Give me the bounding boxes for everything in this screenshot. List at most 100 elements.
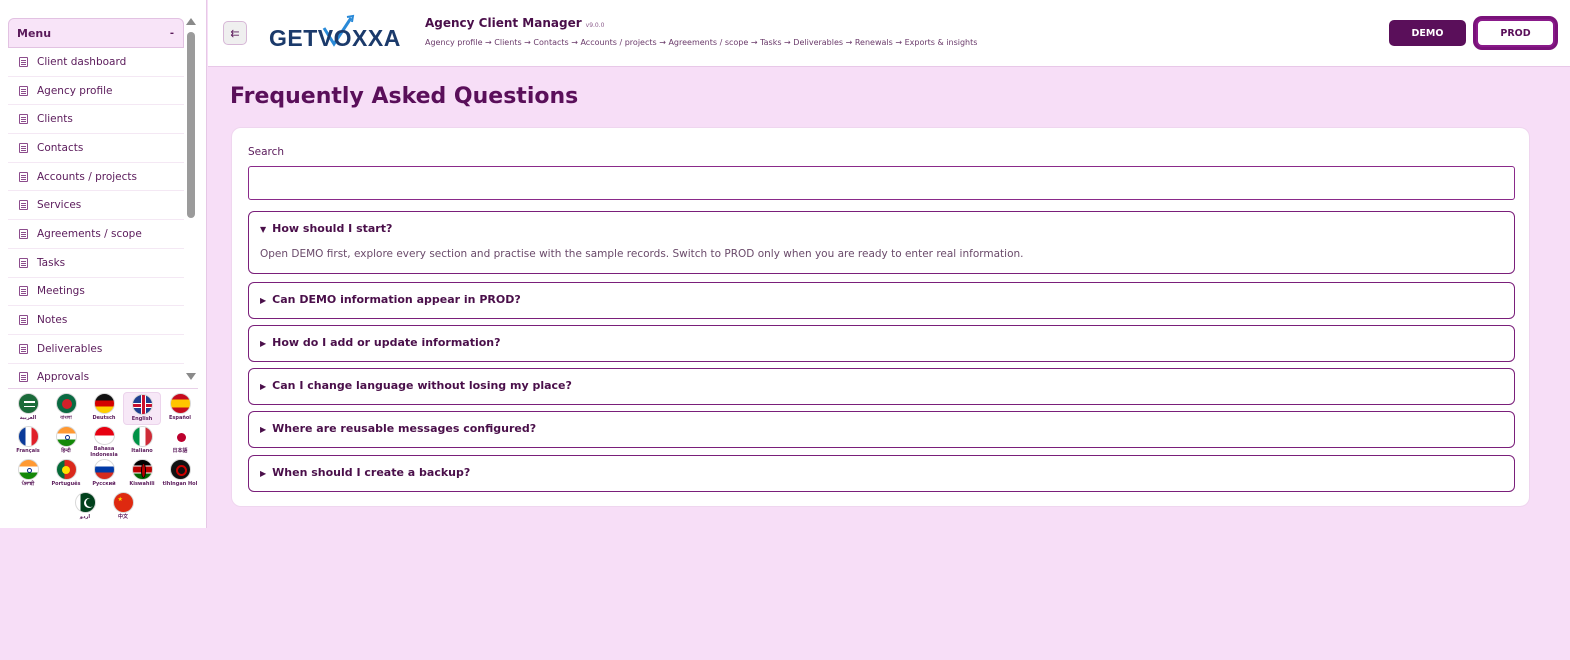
language-label: বাংলা — [60, 415, 72, 421]
language-bengali[interactable]: বাংলা — [47, 392, 85, 425]
sidebar-toggle-button[interactable]: ⇇ — [223, 21, 247, 45]
faq-question[interactable]: ▶ When should I create a backup? — [260, 466, 470, 479]
sidebar-item-contacts[interactable]: Contacts — [8, 134, 184, 163]
menu-scrollbar[interactable] — [186, 18, 196, 380]
sidebar-item-deliverables[interactable]: Deliverables — [8, 335, 184, 364]
menu-panel: Menu - Client dashboard Agency profile C… — [8, 18, 184, 384]
language-punjabi[interactable]: ਪੰਜਾਬੀ — [9, 458, 47, 491]
faq-item-change-language[interactable]: ▶ Can I change language without losing my… — [248, 368, 1515, 405]
sidebar-item-approvals[interactable]: Approvals — [8, 364, 184, 384]
sidebar-item-clients[interactable]: Clients — [8, 105, 184, 135]
bangladesh-flag-icon — [55, 393, 77, 414]
document-icon — [19, 286, 28, 297]
language-french[interactable]: Français — [9, 425, 47, 458]
language-russian[interactable]: Русский — [85, 458, 123, 491]
sidebar-item-agreements-scope[interactable]: Agreements / scope — [8, 220, 184, 249]
sidebar-item-label: Meetings — [37, 285, 85, 298]
faq-card: Search ▼ How should I start? Open DEMO fi… — [231, 127, 1530, 507]
faq-item-backup[interactable]: ▶ When should I create a backup? — [248, 455, 1515, 492]
document-icon — [19, 372, 28, 383]
faq-question[interactable]: ▼ How should I start? — [260, 222, 392, 235]
collapsed-triangle-icon: ▶ — [260, 382, 267, 391]
sidebar-item-label: Tasks — [37, 256, 66, 269]
document-icon — [19, 142, 28, 153]
document-icon — [19, 315, 28, 326]
sidebar-item-accounts-projects[interactable]: Accounts / projects — [8, 163, 184, 192]
faq-question[interactable]: ▶ Can I change language without losing my… — [260, 379, 572, 392]
language-label: tlhIngan Hol — [162, 481, 198, 487]
klingon-emblem-icon — [169, 459, 191, 480]
sidebar-item-meetings[interactable]: Meetings — [8, 278, 184, 307]
kenya-flag-icon — [131, 459, 153, 480]
france-flag-icon — [17, 426, 39, 447]
language-indonesian[interactable]: Bahasa Indonesia — [85, 425, 123, 458]
faq-question-text: Can I change language without losing my … — [272, 379, 572, 392]
sidebar-item-notes[interactable]: Notes — [8, 306, 184, 335]
sidebar-item-label: Accounts / projects — [37, 170, 137, 183]
india-flag-icon — [17, 459, 39, 480]
prod-mode-button[interactable]: PROD — [1476, 19, 1555, 47]
app-name: Agency Client Manager — [425, 16, 582, 30]
language-picker: العربية বাংলা Deutsch English Español Fr… — [8, 392, 200, 524]
sidebar-item-label: Notes — [37, 314, 68, 327]
document-icon — [19, 85, 28, 96]
search-label: Search — [248, 146, 285, 158]
indonesia-flag-icon — [93, 426, 115, 445]
language-japanese[interactable]: 日本語 — [161, 425, 199, 458]
demo-mode-button[interactable]: DEMO — [1389, 20, 1466, 46]
language-label: Español — [168, 415, 192, 421]
faq-item-how-to-start[interactable]: ▼ How should I start? Open DEMO first, ex… — [248, 211, 1515, 274]
scrollbar-thumb[interactable] — [187, 32, 195, 218]
language-label: 日本語 — [172, 448, 188, 454]
document-icon — [19, 343, 28, 354]
sidebar-item-services[interactable]: Services — [8, 191, 184, 221]
faq-item-add-update[interactable]: ▶ How do I add or update information? — [248, 325, 1515, 362]
saudi-flag-icon — [17, 393, 39, 414]
language-portuguese[interactable]: Português — [47, 458, 85, 491]
language-swahili[interactable]: Kiswahili — [123, 458, 161, 491]
faq-question[interactable]: ▶ Where are reusable messages configured? — [260, 422, 536, 435]
faq-question-text: Can DEMO information appear in PROD? — [272, 293, 521, 306]
sidebar-item-tasks[interactable]: Tasks — [8, 249, 184, 278]
collapsed-triangle-icon: ▶ — [260, 296, 267, 305]
sidebar-item-client-dashboard[interactable]: Client dashboard — [8, 48, 184, 77]
language-hindi[interactable]: हिन्दी — [47, 425, 85, 458]
language-label: Português — [51, 481, 81, 487]
collapsed-triangle-icon: ▶ — [260, 339, 267, 348]
app-title: Agency Client Manager v9.0.0 — [425, 16, 604, 30]
collapsed-triangle-icon: ▶ — [260, 469, 267, 478]
language-english[interactable]: English — [123, 392, 161, 425]
breadcrumb: Agency profile → Clients → Contacts → Ac… — [425, 38, 978, 47]
document-icon — [19, 56, 28, 67]
language-italian[interactable]: Italiano — [123, 425, 161, 458]
japan-flag-icon — [169, 426, 191, 447]
collapsed-triangle-icon: ▶ — [260, 425, 267, 434]
language-german[interactable]: Deutsch — [85, 392, 123, 425]
sidebar-item-label: Agency profile — [37, 84, 113, 97]
faq-question-text: How do I add or update information? — [272, 336, 501, 349]
language-klingon[interactable]: tlhIngan Hol — [161, 458, 199, 491]
collapse-menu-icon[interactable]: - — [170, 28, 174, 39]
menu-header[interactable]: Menu - — [8, 18, 184, 48]
faq-question[interactable]: ▶ Can DEMO information appear in PROD? — [260, 293, 521, 306]
italy-flag-icon — [131, 426, 153, 447]
language-label: اردو — [79, 514, 91, 520]
scroll-up-icon[interactable] — [186, 18, 196, 25]
language-label: Deutsch — [92, 415, 116, 421]
search-input[interactable] — [248, 166, 1515, 200]
germany-flag-icon — [93, 393, 115, 414]
collapse-sidebar-icon: ⇇ — [230, 27, 240, 40]
language-chinese[interactable]: ★ 中文 — [104, 491, 142, 524]
uk-flag-icon — [131, 394, 153, 415]
sidebar-item-label: Client dashboard — [37, 55, 127, 68]
faq-item-demo-in-prod[interactable]: ▶ Can DEMO information appear in PROD? — [248, 282, 1515, 319]
faq-question[interactable]: ▶ How do I add or update information? — [260, 336, 501, 349]
scroll-down-icon[interactable] — [186, 373, 196, 380]
language-urdu[interactable]: اردو — [66, 491, 104, 524]
expanded-triangle-icon: ▼ — [260, 225, 267, 234]
language-spanish[interactable]: Español — [161, 392, 199, 425]
language-arabic[interactable]: العربية — [9, 392, 47, 425]
sidebar-item-agency-profile[interactable]: Agency profile — [8, 77, 184, 106]
language-label: Русский — [92, 481, 116, 487]
faq-item-reusable-messages[interactable]: ▶ Where are reusable messages configured? — [248, 411, 1515, 448]
